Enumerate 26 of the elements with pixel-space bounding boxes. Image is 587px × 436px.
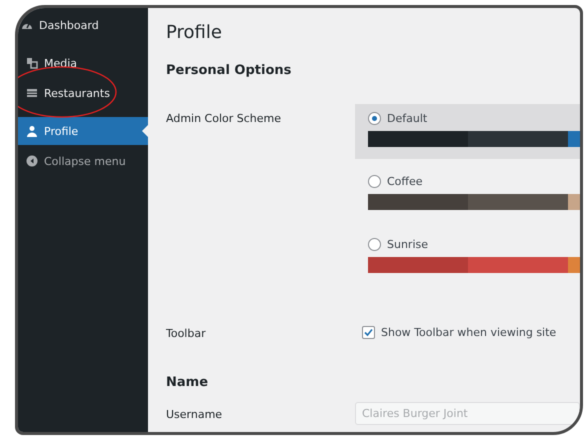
field-label: Admin Color Scheme	[166, 111, 282, 127]
list-icon	[26, 87, 38, 99]
radio-button[interactable]	[368, 112, 381, 125]
sidebar-item[interactable]: Collapse menu	[18, 147, 148, 175]
sidebar-item[interactable]: Media	[18, 49, 148, 77]
page-title: Profile	[166, 22, 223, 43]
field-label: Username	[166, 407, 224, 421]
scheme-label: Default	[368, 112, 580, 125]
color-scheme-option[interactable]: Coffee	[355, 167, 580, 222]
section-heading: Personal Options	[166, 63, 292, 78]
field-label: Toolbar	[166, 326, 207, 342]
section-heading: Name	[166, 375, 210, 390]
collapse-icon[interactable]	[26, 155, 38, 167]
user-icon	[26, 125, 38, 137]
scheme-label: Coffee	[368, 175, 580, 188]
checkbox-label[interactable]: Show Toolbar when viewing site	[362, 326, 556, 339]
scheme-label: Sunrise	[368, 238, 580, 251]
radio-button[interactable]	[368, 175, 381, 188]
media-icon	[26, 57, 38, 69]
color-scheme-option[interactable]: Sunrise	[355, 230, 580, 285]
sidebar-item[interactable]: Restaurants	[18, 79, 148, 107]
sidebar-item[interactable]: Dashboard	[18, 11, 148, 39]
checkbox[interactable]	[362, 326, 375, 339]
radio-button[interactable]	[368, 238, 381, 251]
sidebar-item[interactable]: Profile	[18, 117, 148, 145]
color-scheme-option[interactable]: Default	[355, 104, 580, 159]
